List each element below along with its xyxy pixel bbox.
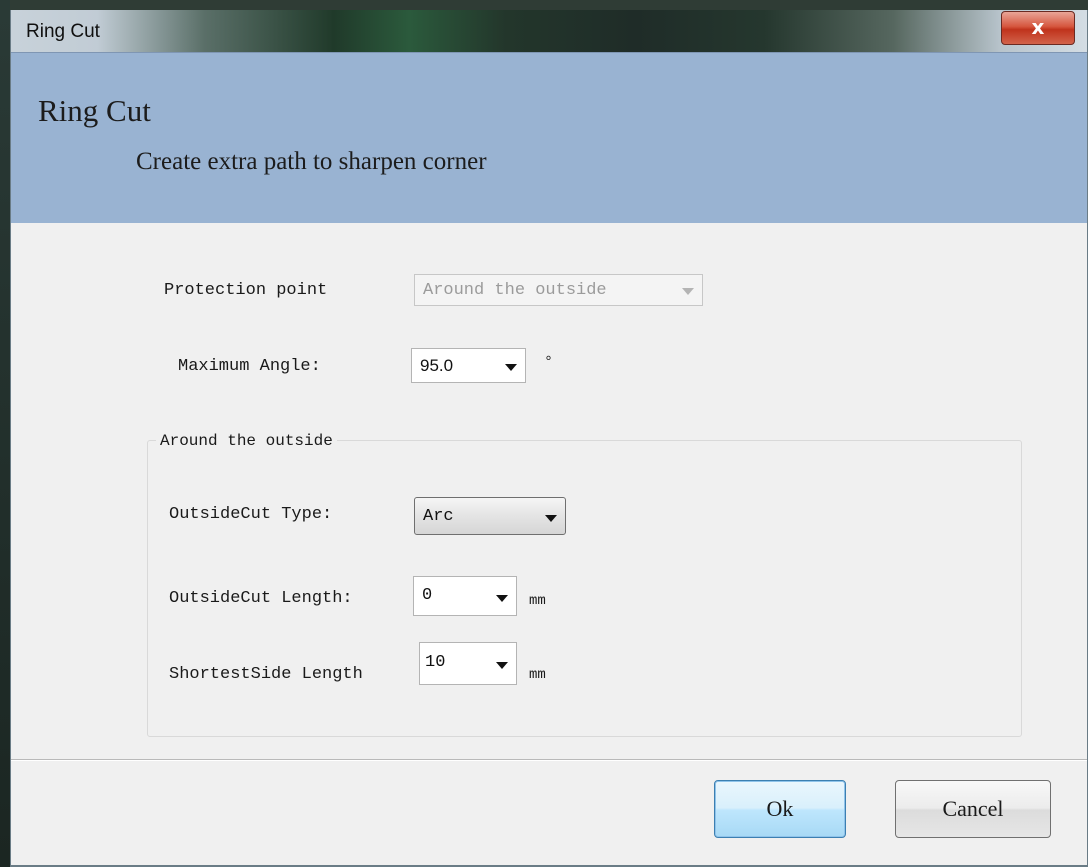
- outside-cut-length-combo[interactable]: 0: [413, 576, 517, 616]
- close-icon: x: [1031, 15, 1045, 39]
- header-title: Ring Cut: [38, 93, 151, 128]
- header-subtitle: Create extra path to sharpen corner: [136, 148, 487, 175]
- desktop-background-left: [0, 0, 10, 867]
- outside-cut-length-unit: mm: [529, 593, 546, 609]
- shortest-side-length-combo[interactable]: 10: [419, 642, 517, 685]
- protection-point-value: Around the outside: [423, 281, 607, 300]
- outside-cut-type-label: OutsideCut Type:: [169, 505, 333, 524]
- chevron-down-icon: [496, 662, 508, 669]
- outside-cut-length-value: 0: [422, 586, 433, 605]
- degree-unit: °: [544, 354, 554, 371]
- close-button[interactable]: x: [1001, 11, 1075, 45]
- chevron-down-icon: [545, 515, 557, 522]
- cancel-button[interactable]: Cancel: [895, 780, 1051, 838]
- shortest-side-length-label: ShortestSide Length: [169, 665, 363, 684]
- ok-button[interactable]: Ok: [714, 780, 846, 838]
- group-title: Around the outside: [156, 432, 337, 450]
- chevron-down-icon: [496, 595, 508, 602]
- protection-point-select[interactable]: Around the outside: [414, 274, 703, 306]
- outside-cut-type-select[interactable]: Arc: [414, 497, 566, 535]
- chevron-down-icon: [682, 288, 694, 295]
- shortest-side-length-unit: mm: [529, 667, 546, 683]
- dialog-header: Ring Cut Create extra path to sharpen co…: [11, 52, 1087, 223]
- title-bar[interactable]: Ring Cut x: [11, 10, 1087, 52]
- shortest-side-length-value: 10: [425, 653, 446, 672]
- ring-cut-dialog: Ring Cut x Ring Cut Create extra path to…: [10, 10, 1088, 867]
- desktop-background-top: [0, 0, 1088, 10]
- maximum-angle-combo[interactable]: 95.0: [411, 348, 526, 383]
- chevron-down-icon: [505, 364, 517, 371]
- outside-cut-length-label: OutsideCut Length:: [169, 589, 353, 608]
- footer-divider-highlight: [11, 760, 1087, 761]
- window-title: Ring Cut: [26, 21, 100, 42]
- maximum-angle-value: 95.0: [420, 356, 454, 375]
- outside-cut-type-value: Arc: [423, 507, 454, 526]
- protection-point-label: Protection point: [164, 281, 328, 300]
- maximum-angle-label: Maximum Angle:: [178, 357, 321, 376]
